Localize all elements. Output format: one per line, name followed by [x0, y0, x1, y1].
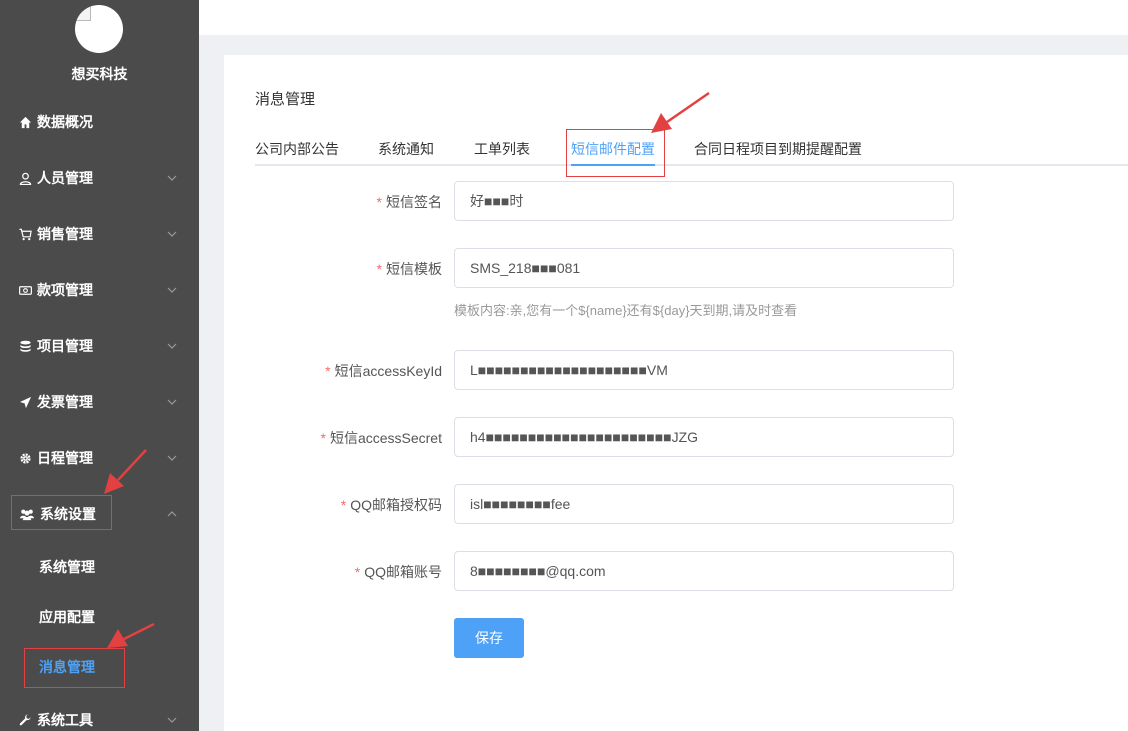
annotation-arrows [104, 91, 710, 648]
annotation-arrow [107, 622, 155, 648]
annotation-arrow [104, 449, 147, 494]
annotation-arrow [651, 91, 710, 133]
